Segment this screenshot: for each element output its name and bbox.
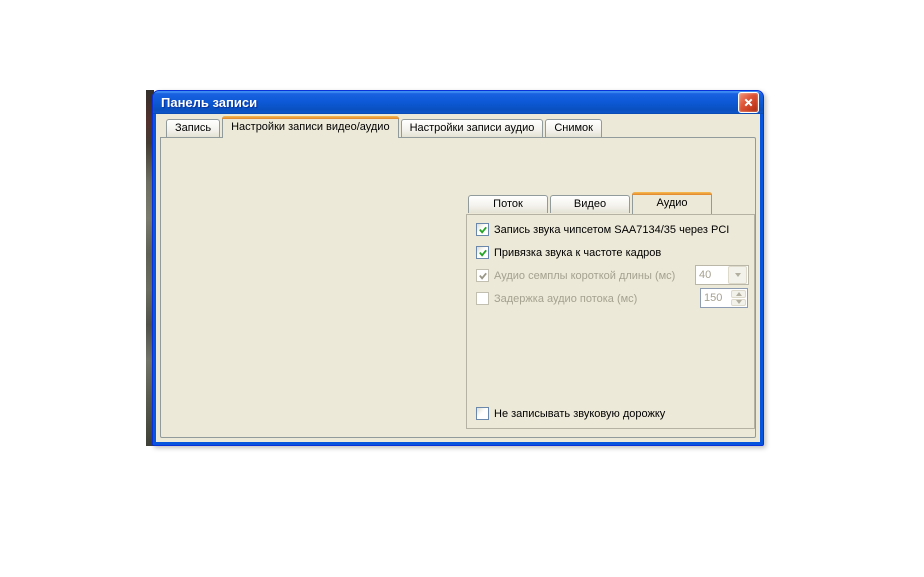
check-icon (478, 271, 488, 281)
tab-video[interactable]: Видео (550, 195, 630, 213)
checkbox-box[interactable] (476, 246, 489, 259)
check-icon (478, 248, 488, 258)
short-samples-select: 40 (695, 265, 749, 285)
checkbox-no-audio-track[interactable]: Не записывать звуковую дорожку (476, 407, 665, 420)
checkbox-label: Запись звука чипсетом SAA7134/35 через P… (494, 224, 729, 236)
checkbox-box (476, 292, 489, 305)
tab-label: Настройки записи аудио (410, 122, 535, 134)
close-icon (743, 97, 754, 108)
tab-label: Аудио (656, 197, 687, 209)
short-samples-value: 40 (696, 269, 727, 281)
chevron-down-icon (728, 266, 747, 284)
tab-label: Снимок (554, 122, 593, 134)
close-button[interactable] (738, 92, 759, 113)
checkbox-label: Привязка звука к частоте кадров (494, 247, 661, 259)
checkbox-box[interactable] (476, 407, 489, 420)
checkbox-audio-delay: Задержка аудио потока (мс) (476, 292, 637, 305)
checkbox-sync-framerate[interactable]: Привязка звука к частоте кадров (476, 246, 661, 259)
checkbox-chipset-record[interactable]: Запись звука чипсетом SAA7134/35 через P… (476, 223, 729, 236)
checkbox-box[interactable] (476, 223, 489, 236)
dialog-content: Запись Настройки записи видео/аудио Наст… (156, 114, 760, 442)
title-bar[interactable]: Панель записи (153, 91, 763, 114)
tab-label: Настройки записи видео/аудио (231, 121, 389, 133)
spin-up-icon (731, 290, 746, 298)
tab-stream[interactable]: Поток (468, 195, 548, 213)
checkbox-label: Аудио семплы короткой длины (мс) (494, 270, 675, 282)
tab-audio-settings[interactable]: Настройки записи аудио (401, 119, 544, 137)
check-icon (478, 225, 488, 235)
audio-delay-stepper: 150 (700, 288, 748, 308)
audio-delay-value: 150 (701, 292, 730, 304)
recording-panel-dialog: Панель записи Запись Настройки записи ви… (152, 90, 764, 446)
tab-snapshot[interactable]: Снимок (545, 119, 602, 137)
tab-label: Поток (493, 198, 523, 210)
checkbox-box (476, 269, 489, 282)
checkbox-short-samples: Аудио семплы короткой длины (мс) (476, 269, 675, 282)
tab-record[interactable]: Запись (166, 119, 220, 137)
tab-label: Видео (574, 198, 606, 210)
audio-panel: Запись звука чипсетом SAA7134/35 через P… (466, 214, 755, 429)
window-title: Панель записи (161, 95, 738, 110)
stepper-buttons (731, 290, 746, 306)
checkbox-label: Не записывать звуковую дорожку (494, 408, 665, 420)
tab-audio[interactable]: Аудио (632, 192, 712, 214)
tab-label: Запись (175, 122, 211, 134)
tab-video-audio-settings[interactable]: Настройки записи видео/аудио (222, 116, 398, 138)
spin-down-icon (731, 299, 746, 307)
checkbox-label: Задержка аудио потока (мс) (494, 293, 637, 305)
main-tabstrip: Запись Настройки записи видео/аудио Наст… (166, 116, 604, 138)
right-tabstrip: Поток Видео Аудио (468, 192, 714, 214)
